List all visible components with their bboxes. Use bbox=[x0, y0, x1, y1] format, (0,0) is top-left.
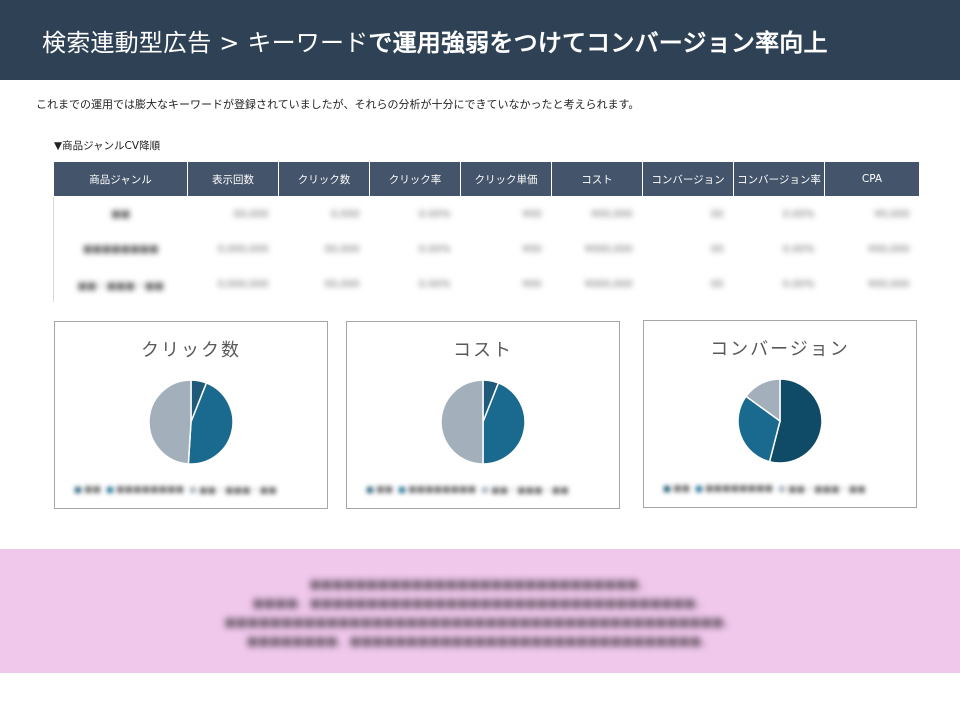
legend-swatch bbox=[696, 485, 703, 492]
table-cell: 0.00% bbox=[782, 209, 815, 220]
legend-label: ■■ bbox=[376, 484, 394, 495]
summary-line: ■■■■、■■■■■■■■■■■■■■■■■■■■■■■■■■■■■■■■■■。 bbox=[252, 596, 708, 610]
chart-legend: ■■ ■■■■■■■■ ■■・■■■・■■ bbox=[658, 482, 906, 495]
legend-label: ■■ bbox=[84, 484, 102, 495]
legend-label: ■■ bbox=[673, 483, 691, 494]
column-header: CPA bbox=[824, 161, 920, 197]
column-header: コンバージョン率 bbox=[733, 161, 825, 197]
legend-label: ■■■■■■■■ bbox=[408, 484, 477, 495]
table-cell: 00,000 bbox=[324, 279, 360, 290]
table-cell: ¥00 bbox=[522, 209, 542, 220]
table-cell: ¥00,000 bbox=[868, 279, 910, 290]
pie-chart-clicks: クリック数 ■■ ■■■■■■■■ ■■・■■■・■■ bbox=[54, 321, 328, 509]
summary-line: ■■■■■■■■■■■■■■■■■■■■■■■■■■■■■■■■■■■■■■■■… bbox=[224, 615, 736, 629]
legend-label: ■■・■■■・■■ bbox=[788, 485, 866, 495]
legend-swatch bbox=[190, 486, 197, 493]
table-cell: 00,000 bbox=[233, 209, 269, 220]
column-header: コンバージョン bbox=[642, 161, 734, 197]
table-cell: ■■・■■■・■■ bbox=[77, 281, 164, 292]
table-cell: ■■ bbox=[111, 209, 131, 220]
summary-line: ■■■■■■■■■■■■■■■■■■■■■■■■■■■■■。 bbox=[309, 577, 651, 591]
table-row: ■■・■■■・■■ 0,000,000 00,000 0.00% ¥00 ¥00… bbox=[53, 267, 920, 302]
table-cell: ¥00 bbox=[522, 279, 542, 290]
table-cell: ¥0,000 bbox=[874, 209, 910, 220]
legend-swatch bbox=[664, 485, 670, 492]
page-header: 検索連動型広告 > キーワードで運用強弱をつけてコンバージョン率向上 bbox=[0, 0, 960, 80]
pie-svg bbox=[148, 379, 234, 465]
pie-slice bbox=[148, 379, 192, 465]
column-header: クリック率 bbox=[369, 161, 461, 197]
legend-label: ■■・■■■・■■ bbox=[199, 486, 277, 496]
table-cell: 0.00% bbox=[782, 279, 815, 290]
table-cell: 00 bbox=[710, 209, 724, 220]
legend-swatch bbox=[779, 485, 786, 492]
legend-swatch bbox=[482, 486, 489, 493]
table-cell: 00 bbox=[710, 244, 724, 255]
table-cell: 0.00% bbox=[782, 244, 815, 255]
column-header: コスト bbox=[551, 161, 643, 197]
table-cell: 0,000,000 bbox=[217, 279, 269, 290]
legend-label: ■■■■■■■■ bbox=[116, 484, 185, 495]
pie-svg bbox=[440, 379, 526, 465]
table-cell: ■■■■■■■■ bbox=[82, 244, 159, 255]
table-cell: 00,000 bbox=[324, 244, 360, 255]
pie-chart-conversion: コンバージョン ■■ ■■■■■■■■ ■■・■■■・■■ bbox=[643, 320, 917, 508]
table-row: ■■ 00,000 0,000 0.00% ¥00 ¥00,000 00 0.0… bbox=[53, 196, 920, 232]
legend-swatch bbox=[107, 486, 114, 493]
table-cell: 0,000,000 bbox=[217, 244, 269, 255]
table-caption: ▼商品ジャンルCV降順 bbox=[54, 140, 161, 152]
table-row: ■■■■■■■■ 0,000,000 00,000 0.00% ¥00 ¥000… bbox=[53, 232, 920, 267]
table-cell: ¥00,000 bbox=[591, 209, 633, 220]
column-header: 表示回数 bbox=[187, 161, 279, 197]
table-cell: ¥000,000 bbox=[584, 279, 633, 290]
table-cell: ¥00,000 bbox=[868, 244, 910, 255]
pie-svg bbox=[737, 378, 823, 464]
chart-legend: ■■ ■■■■■■■■ ■■・■■■・■■ bbox=[69, 483, 317, 496]
column-header: クリック数 bbox=[278, 161, 370, 197]
column-header: クリック単価 bbox=[460, 161, 552, 197]
genre-table: 商品ジャンル 表示回数 クリック数 クリック率 クリック単価 コスト コンバージ… bbox=[53, 161, 920, 302]
column-header: 商品ジャンル bbox=[53, 161, 188, 197]
legend-label: ■■・■■■・■■ bbox=[491, 486, 569, 496]
legend-swatch bbox=[75, 486, 81, 493]
legend-swatch bbox=[367, 486, 373, 493]
legend-label: ■■■■■■■■ bbox=[705, 483, 774, 494]
table-cell: ¥00 bbox=[522, 244, 542, 255]
chart-legend: ■■ ■■■■■■■■ ■■・■■■・■■ bbox=[361, 483, 609, 496]
summary-line: ■■■■■■■■、■■■■■■■■■■■■■■■■■■■■■■■■■■■■■■■… bbox=[246, 634, 714, 648]
page-title: 検索連動型広告 > キーワードで運用強弱をつけてコンバージョン率向上 bbox=[42, 23, 828, 58]
pie-chart-cost: コスト ■■ ■■■■■■■■ ■■・■■■・■■ bbox=[346, 321, 620, 509]
table-cell: ¥000,000 bbox=[584, 244, 633, 255]
summary-box: ■■■■■■■■■■■■■■■■■■■■■■■■■■■■■。 ■■■■、■■■■… bbox=[0, 549, 960, 673]
table-cell: 00 bbox=[710, 279, 724, 290]
table-cell: 0.00% bbox=[418, 244, 451, 255]
page-title-prefix: 検索連動型広告 > キーワード bbox=[42, 28, 369, 57]
table-cell: 0.00% bbox=[418, 209, 451, 220]
table-header-row: 商品ジャンル 表示回数 クリック数 クリック率 クリック単価 コスト コンバージ… bbox=[53, 161, 920, 197]
pie-slice bbox=[440, 379, 484, 465]
intro-text: これまでの運用では膨大なキーワードが登録されていましたが、それらの分析が十分にで… bbox=[36, 98, 640, 111]
table-cell: 0,000 bbox=[330, 209, 360, 220]
table-cell: 0.00% bbox=[418, 279, 451, 290]
page-title-suffix: で運用強弱をつけてコンバージョン率向上 bbox=[368, 28, 828, 57]
legend-swatch bbox=[399, 486, 406, 493]
